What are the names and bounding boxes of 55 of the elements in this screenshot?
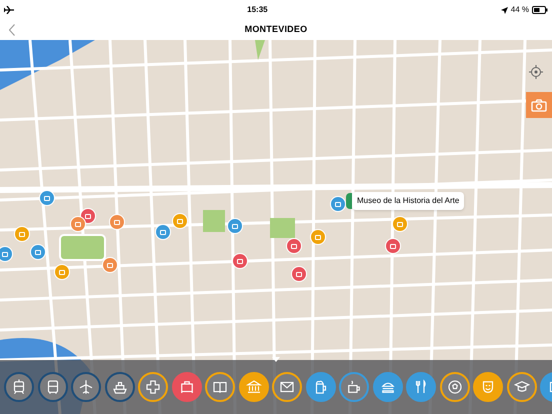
coffee-cup-icon bbox=[345, 378, 363, 396]
category-filter-button[interactable] bbox=[473, 372, 503, 402]
map-pin[interactable] bbox=[385, 238, 401, 254]
map-pin[interactable] bbox=[70, 216, 86, 232]
category-filter-button[interactable] bbox=[506, 372, 536, 402]
map-pin[interactable] bbox=[0, 246, 13, 262]
map-pin[interactable] bbox=[54, 264, 70, 280]
location-arrow-icon bbox=[500, 6, 508, 14]
map-pin[interactable] bbox=[330, 196, 346, 212]
crosshair-icon bbox=[529, 65, 543, 79]
map-pin[interactable] bbox=[286, 238, 302, 254]
category-filter-button[interactable] bbox=[272, 372, 302, 402]
map-pin[interactable] bbox=[227, 218, 243, 234]
category-filter-button[interactable] bbox=[339, 372, 369, 402]
columns-icon bbox=[244, 378, 262, 396]
screen-title: MONTEVIDEO bbox=[244, 23, 308, 36]
map-pin[interactable] bbox=[30, 244, 46, 260]
soccer-ball-icon bbox=[446, 378, 464, 396]
category-filter-button[interactable] bbox=[4, 372, 34, 402]
map-pin[interactable] bbox=[155, 224, 171, 240]
handle-triangle-icon[interactable] bbox=[272, 357, 280, 362]
category-filter-button[interactable] bbox=[38, 372, 68, 402]
battery-icon bbox=[532, 6, 548, 14]
map-pin[interactable] bbox=[109, 214, 125, 230]
locate-button[interactable] bbox=[528, 64, 544, 80]
category-filter-button[interactable] bbox=[205, 372, 235, 402]
airplane-icon bbox=[4, 6, 14, 14]
map-pin[interactable] bbox=[14, 226, 30, 242]
category-filter-button[interactable] bbox=[440, 372, 470, 402]
map[interactable]: Museo de la Historia del Arte bbox=[0, 40, 552, 414]
camera-icon bbox=[531, 98, 547, 112]
category-filter-button[interactable] bbox=[406, 372, 436, 402]
back-chevron-icon bbox=[9, 24, 15, 36]
battery-percentage: 44 % bbox=[510, 4, 529, 16]
map-pin[interactable] bbox=[232, 253, 248, 269]
category-filter-button[interactable] bbox=[138, 372, 168, 402]
category-filter-button[interactable] bbox=[104, 372, 134, 402]
map-pin[interactable] bbox=[172, 213, 188, 229]
place-callout[interactable]: Museo de la Historia del Arte bbox=[352, 192, 464, 210]
map-pin[interactable] bbox=[310, 229, 326, 245]
camera-button[interactable] bbox=[526, 92, 552, 118]
map-pin[interactable] bbox=[39, 190, 55, 206]
back-button[interactable] bbox=[7, 23, 17, 37]
map-pin[interactable] bbox=[392, 216, 408, 232]
flag-marker-icon bbox=[346, 193, 352, 209]
map-pin[interactable] bbox=[291, 266, 307, 282]
category-filter-button[interactable] bbox=[71, 372, 101, 402]
category-filter-button[interactable] bbox=[372, 372, 402, 402]
cross-icon bbox=[144, 378, 162, 396]
category-filter-button[interactable] bbox=[306, 372, 336, 402]
status-time: 15:35 bbox=[247, 4, 268, 16]
category-filter-button[interactable] bbox=[172, 372, 202, 402]
map-pin[interactable] bbox=[102, 257, 118, 273]
category-filter-button[interactable] bbox=[238, 372, 268, 402]
airplane-icon bbox=[77, 378, 95, 396]
